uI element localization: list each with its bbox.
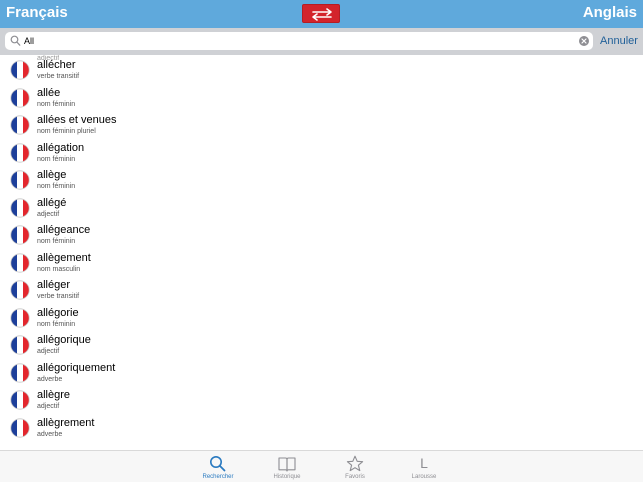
french-flag-icon — [10, 87, 30, 108]
french-flag-icon — [10, 280, 30, 300]
entry-part-of-speech: nom féminin — [37, 100, 76, 108]
entry-part-of-speech: verbe transitif — [37, 73, 80, 80]
entry-word: allègre — [37, 389, 71, 401]
list-item[interactable]: allégé adjectif — [0, 194, 643, 222]
list-item[interactable]: allégation nom féminin — [0, 139, 643, 167]
tab-larousse[interactable]: L Larousse — [394, 453, 454, 481]
tab-label: Larousse — [411, 474, 437, 480]
french-flag-icon — [10, 197, 30, 218]
list-item[interactable]: allègrement adverbe — [0, 414, 643, 442]
list-item[interactable]: allées et venues nom féminin pluriel — [0, 111, 643, 139]
star-icon — [346, 455, 364, 472]
entry-part-of-speech: adjectif — [37, 348, 60, 355]
tab-historique[interactable]: Historique — [257, 453, 317, 481]
target-language-label[interactable]: Anglais — [583, 3, 637, 23]
french-flag-icon — [10, 60, 30, 80]
entry-word: allège — [37, 169, 67, 181]
list-item[interactable]: allégorie nom féminin — [0, 304, 643, 332]
entry-word: allégorie — [37, 306, 79, 319]
french-flag-icon — [10, 307, 30, 328]
entry-word: allégé — [37, 196, 67, 209]
entry-word: allégorique — [37, 334, 91, 346]
list-item[interactable]: allée nom féminin — [0, 84, 643, 112]
french-flag-icon — [10, 362, 30, 383]
search-field[interactable] — [5, 32, 593, 50]
tab-label: Favoris — [345, 474, 365, 480]
entry-word: allègrement — [37, 416, 95, 429]
list-item[interactable]: allégorique adjectif — [0, 331, 643, 359]
entry-word: allée — [37, 86, 61, 99]
entry-part-of-speech: verbe transitif — [37, 293, 80, 300]
clear-search-icon[interactable] — [579, 36, 589, 46]
french-flag-icon — [10, 252, 30, 273]
language-header: Français Anglais — [0, 0, 643, 28]
french-flag-icon — [10, 170, 30, 190]
book-icon — [278, 457, 296, 472]
entry-word: allées et venues — [37, 114, 117, 126]
entry-part-of-speech: adjectif — [37, 210, 60, 218]
tab-bar: Rechercher Historique Favoris L Larousse — [0, 450, 643, 482]
entry-part-of-speech: adverbe — [37, 430, 63, 438]
list-item[interactable]: allègre adjectif — [0, 386, 643, 414]
entry-part-of-speech: nom féminin — [37, 238, 76, 245]
tab-rechercher[interactable]: Rechercher — [188, 453, 248, 481]
list-item[interactable]: allège nom féminin — [0, 166, 643, 194]
french-flag-icon — [10, 390, 30, 410]
list-item[interactable]: allécher verbe transitif — [0, 56, 643, 84]
french-flag-icon — [10, 335, 30, 355]
entry-part-of-speech: nom féminin — [37, 320, 76, 328]
swap-languages-button[interactable] — [302, 4, 340, 23]
entry-part-of-speech: nom masculin — [37, 265, 81, 273]
cancel-button[interactable]: Annuler — [600, 33, 638, 49]
entry-part-of-speech: nom féminin — [37, 155, 76, 163]
entry-part-of-speech: nom féminin — [37, 183, 76, 190]
entry-part-of-speech: nom féminin pluriel — [37, 128, 96, 135]
list-item[interactable]: alléger verbe transitif — [0, 276, 643, 304]
swap-arrows-icon — [312, 8, 332, 21]
list-item[interactable]: allègement nom masculin — [0, 249, 643, 277]
french-flag-icon — [10, 225, 30, 245]
search-icon — [10, 35, 21, 46]
entry-word: allécher — [37, 59, 76, 71]
search-icon — [210, 456, 226, 472]
list-item[interactable]: allégeance nom féminin — [0, 221, 643, 249]
search-input[interactable] — [24, 32, 564, 50]
entry-part-of-speech: adjectif — [37, 403, 60, 410]
entry-word: alléger — [37, 279, 71, 291]
french-flag-icon — [10, 417, 30, 438]
source-language-label[interactable]: Français — [6, 3, 68, 23]
french-flag-icon — [10, 142, 30, 163]
tab-label: Historique — [273, 474, 301, 480]
tab-favoris[interactable]: Favoris — [325, 453, 385, 481]
tab-label: Rechercher — [202, 474, 234, 480]
french-flag-icon — [10, 115, 30, 135]
entry-word: allégoriquement — [37, 361, 116, 374]
entry-word: allègement — [37, 251, 91, 264]
entry-part-of-speech: adverbe — [37, 375, 63, 383]
results-list[interactable]: adjectif allécher verbe transitif allée nom… — [0, 55, 643, 450]
larousse-l-icon: L — [420, 455, 428, 471]
entry-word: allégeance — [37, 224, 91, 236]
list-item[interactable]: allégoriquement adverbe — [0, 359, 643, 387]
entry-word: allégation — [37, 141, 85, 154]
search-bar — [0, 28, 643, 55]
